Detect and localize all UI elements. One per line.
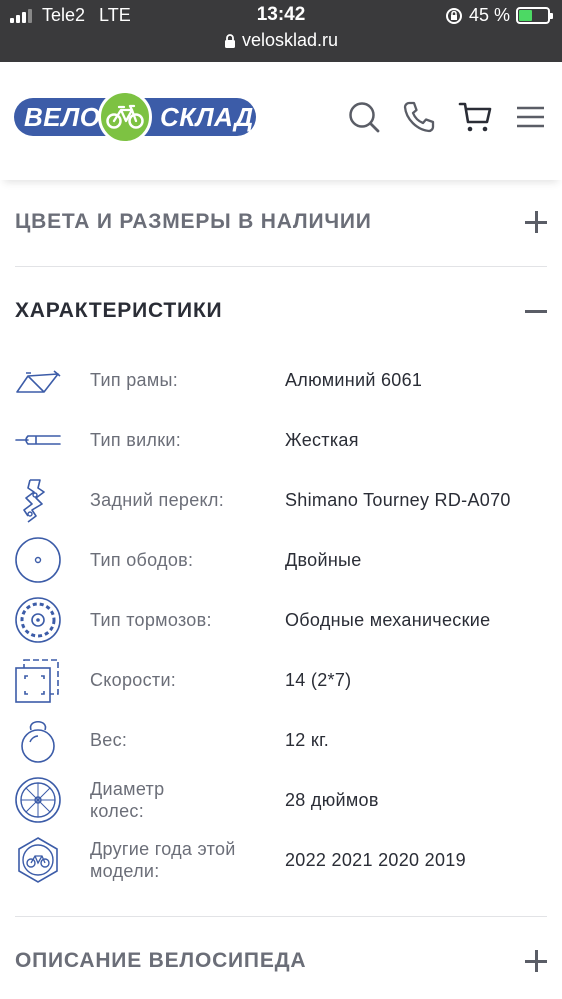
spec-value: Алюминий 6061 <box>285 369 423 390</box>
spec-label: Тип тормозов: <box>90 610 212 630</box>
spec-label: Тип рамы: <box>90 370 179 390</box>
menu-icon[interactable] <box>514 100 548 134</box>
spec-row-fork: Тип вилки: Жесткая <box>0 410 562 470</box>
battery-icon <box>516 7 553 24</box>
section-title-colors-sizes: ЦВЕТА И РАЗМЕРЫ В НАЛИЧИИ <box>15 210 372 233</box>
spec-row-wheel-diameter: Диаметр колес: 28 дюймов <box>0 770 562 830</box>
logo-text-right: СКЛАД <box>160 102 254 132</box>
status-right: 45 % <box>445 5 553 26</box>
expand-icon[interactable] <box>525 950 547 972</box>
site-logo[interactable]: ВЕЛО СКЛАД <box>14 88 256 144</box>
divider <box>15 916 547 917</box>
fork-icon <box>15 435 61 445</box>
section-title-characteristics: ХАРАКТЕРИСТИКИ <box>15 299 223 322</box>
address-bar[interactable]: velosklad.ru <box>0 30 562 51</box>
orientation-lock-icon <box>445 7 462 24</box>
url-text: velosklad.ru <box>241 30 339 50</box>
spec-label: Тип ободов: <box>90 550 194 570</box>
frame-icon <box>16 370 61 393</box>
spec-row-speeds: Скорости: 14 (2*7) <box>0 650 562 710</box>
spec-row-weight: Вес: 12 кг. <box>0 710 562 770</box>
spec-row-brakes: Тип тормозов: Ободные механические <box>0 590 562 650</box>
spec-value: Shimano Tourney RD-A070 <box>285 489 511 510</box>
spec-value: 12 кг. <box>285 729 330 750</box>
bike-badge-icon <box>18 837 58 883</box>
battery-percent: 45 % <box>468 5 510 25</box>
section-colors-sizes[interactable]: ЦВЕТА И РАЗМЕРЫ В НАЛИЧИИ <box>15 206 547 238</box>
spec-label: Вес: <box>90 730 128 750</box>
search-icon[interactable] <box>347 100 381 134</box>
brake-icon <box>15 597 61 643</box>
spec-value: Двойные <box>285 549 362 570</box>
spec-label: Другие года этой модели: <box>90 839 236 881</box>
lock-icon <box>224 33 235 48</box>
spec-value: Жесткая <box>285 429 359 450</box>
status-bar: Tele2 LTE 13:42 45 % velosklad.ru <box>0 0 562 62</box>
phone-icon[interactable] <box>402 100 436 134</box>
derailleur-icon <box>23 479 45 523</box>
spec-label: Скорости: <box>90 670 177 690</box>
spec-label: Диаметр колес: <box>90 779 165 821</box>
divider <box>15 266 547 267</box>
rim-icon <box>15 537 61 583</box>
logo-text-left: ВЕЛО <box>24 102 101 132</box>
spec-value: 14 (2*7) <box>285 669 352 690</box>
spec-row-rims: Тип ободов: Двойные <box>0 530 562 590</box>
spec-label: Задний перекл: <box>90 490 224 510</box>
expand-icon[interactable] <box>525 211 547 233</box>
section-characteristics[interactable]: ХАРАКТЕРИСТИКИ <box>15 295 547 327</box>
spec-value[interactable]: 2022 2021 2020 2019 <box>285 830 466 890</box>
spec-row-derailleur: Задний перекл: Shimano Tourney RD-A070 <box>0 470 562 530</box>
wheel-icon <box>15 777 61 823</box>
spec-row-frame: Тип рамы: Алюминий 6061 <box>0 350 562 410</box>
spec-row-other-years: Другие года этой модели: 2022 2021 2020 … <box>0 830 562 890</box>
speeds-icon <box>15 659 59 703</box>
site-header: ВЕЛО СКЛАД <box>0 62 562 180</box>
section-title-description: ОПИСАНИЕ ВЕЛОСИПЕДА <box>15 949 307 972</box>
collapse-icon[interactable] <box>525 300 547 322</box>
spec-value: Ободные механические <box>285 609 491 630</box>
spec-label: Тип вилки: <box>90 430 182 450</box>
logo-bike-icon <box>98 90 152 144</box>
spec-value: 28 дюймов <box>285 789 379 810</box>
cart-icon[interactable] <box>458 100 492 134</box>
weight-icon <box>21 720 55 763</box>
section-description[interactable]: ОПИСАНИЕ ВЕЛОСИПЕДА <box>15 945 547 977</box>
